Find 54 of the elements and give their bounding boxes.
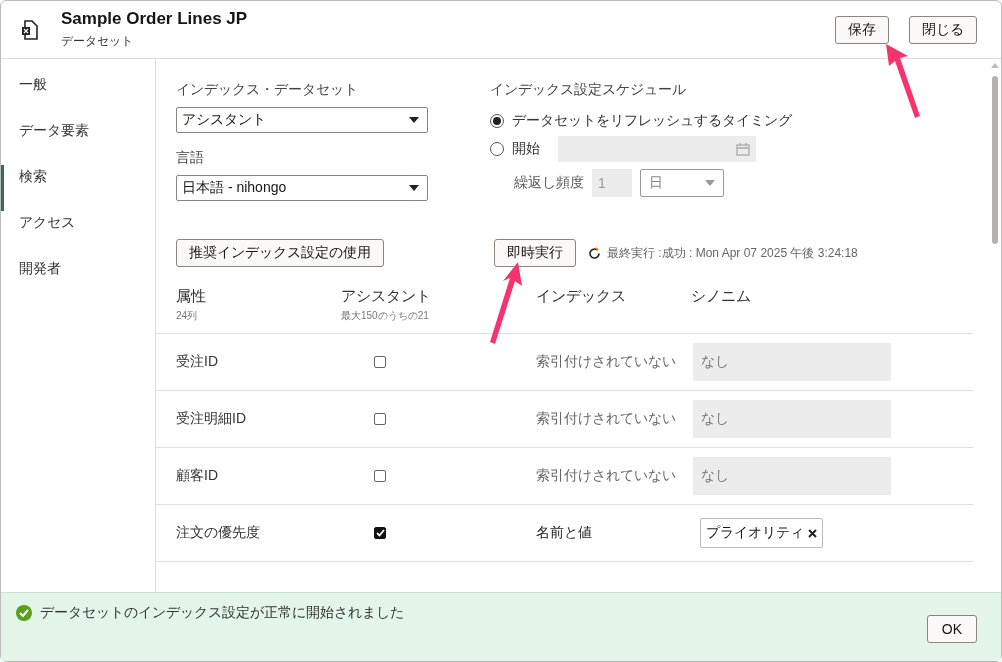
banner-message: データセットのインデックス設定が正常に開始されました [40,604,404,622]
index-status: 名前と値 [536,524,593,542]
synonym-field[interactable]: なし [693,400,891,438]
calendar-icon [736,142,750,156]
checkbox[interactable] [374,470,386,482]
dataset-select[interactable]: アシスタント [176,107,428,133]
sidebar-item[interactable]: 一般 [1,73,155,119]
sidebar-item[interactable]: 検索 [1,165,155,211]
check-circle-icon [16,605,32,621]
index-status: 索引付けされていない [536,467,677,485]
date-field[interactable] [558,136,756,162]
index-status: 索引付けされていない [536,410,677,428]
index-status: 索引付けされていない [536,353,677,371]
radio-label: 開始 [512,140,540,158]
radio-label: データセットをリフレッシュするタイミング [512,112,792,130]
attribute-name: 注文の優先度 [175,524,261,542]
column-header: 属性 [176,287,207,306]
attribute-name: 顧客ID [175,467,219,485]
run-now-button[interactable]: 即時実行 [494,239,576,267]
field-label: 繰返し頻度 [514,174,584,192]
spreadsheet-file-icon [21,19,39,40]
header-button[interactable]: 保存 [835,15,889,44]
checkbox[interactable] [374,356,386,368]
attribute-name: 受注明細ID [175,410,247,428]
unit-select[interactable]: 日 [640,169,724,197]
sidebar-item[interactable]: アクセス [1,211,155,257]
window-title: Sample Order Lines JP [61,9,249,29]
synonym-field[interactable]: なし [693,457,891,495]
window-subtitle: データセット [61,33,134,50]
sidebar-item[interactable]: データ要素 [1,119,155,165]
remove-icon[interactable] [808,528,817,538]
field-label: 言語 [176,149,205,167]
ok-button[interactable]: OK [926,615,977,643]
column-header: インデックス [536,287,627,306]
caret-icon [409,185,419,191]
caret-icon [705,180,715,186]
field-label: インデックス設定スケジュール [490,81,687,99]
sidebar-item[interactable]: 開発者 [1,257,155,303]
checkbox[interactable] [374,413,386,425]
column-header: アシスタント [341,287,432,306]
attribute-name: 受注ID [175,353,219,371]
synonym-chip[interactable]: プライオリティ [700,518,823,548]
synonym-field[interactable]: なし [693,343,891,381]
language-select[interactable]: 日本語 - nihongo [176,175,428,201]
refresh-icon [588,246,601,260]
column-header: シノニム [691,287,752,306]
recommend-button[interactable]: 推奨インデックス設定の使用 [176,239,384,267]
column-subtitle: 24列 [176,309,199,323]
column-subtitle: 最大150のうちの21 [341,309,430,323]
caret-icon [409,117,419,123]
header-button[interactable]: 閉じる [909,15,977,44]
checkbox[interactable] [374,527,386,539]
field-label: インデックス・データセット [176,81,359,99]
last-run-text: 最終実行 :成功 : Mon Apr 07 2025 午後 3:24:18 [607,244,858,262]
